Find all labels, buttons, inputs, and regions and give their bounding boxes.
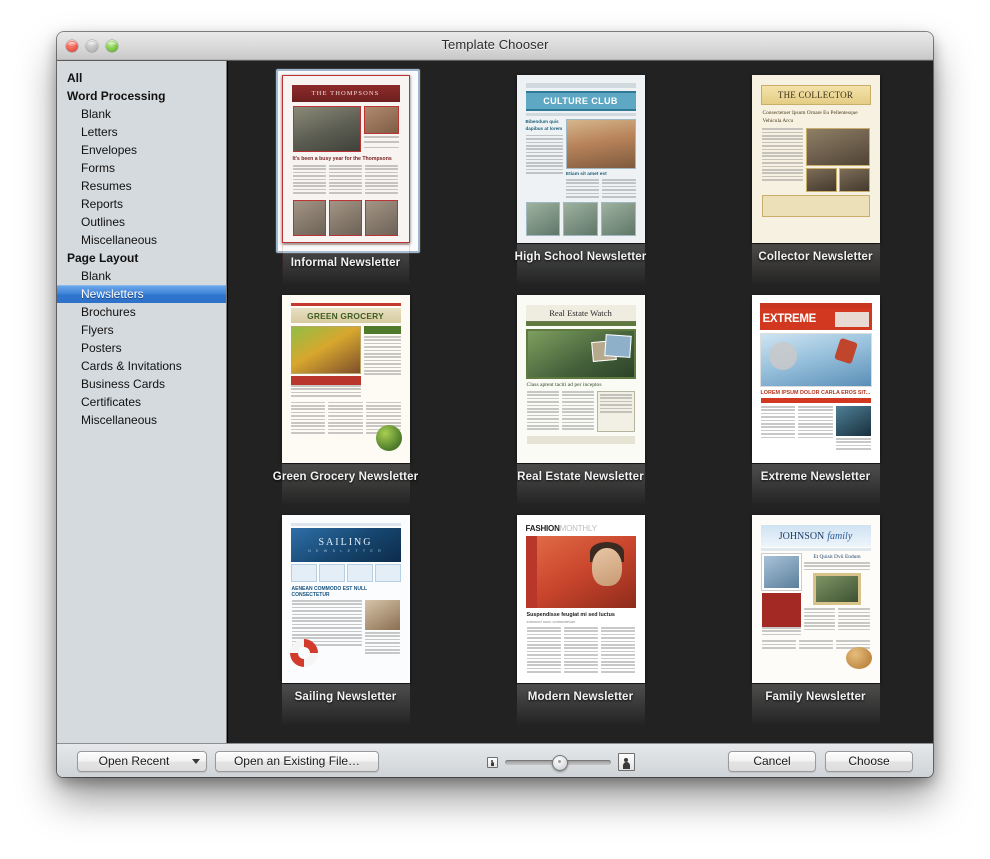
sidebar-item-letters[interactable]: Letters bbox=[57, 123, 226, 141]
template-label: Collector Newsletter bbox=[758, 251, 873, 263]
thumb-headline: Suspendisse feugiat mi sed luctus bbox=[526, 612, 615, 618]
thumb-headline: LOREM IPSUM DOLOR CARLA EROS SIT... bbox=[760, 390, 871, 396]
template-label: Green Grocery Newsletter bbox=[272, 471, 419, 483]
thumb-headline: Et Quisit Dvii Endum bbox=[813, 554, 861, 560]
thumb-masthead: EXTREME bbox=[762, 313, 817, 325]
sidebar-item-outlines[interactable]: Outlines bbox=[57, 213, 226, 231]
sidebar-item-reports[interactable]: Reports bbox=[57, 195, 226, 213]
open-recent-label: Open Recent bbox=[98, 754, 170, 768]
window-title: Template Chooser bbox=[441, 37, 549, 52]
template-thumbnail[interactable]: CULTURE CLUB Bibendum quis dapibus at lo… bbox=[516, 75, 645, 243]
thumb-masthead: CULTURE CLUB bbox=[543, 96, 618, 106]
sidebar-item-pl-blank[interactable]: Blank bbox=[57, 267, 226, 285]
template-item-extreme-newsletter[interactable]: EXTREME LOREM IPSUM DOLOR CARLA EROS SIT… bbox=[726, 295, 906, 515]
sidebar-item-wp-blank[interactable]: Blank bbox=[57, 105, 226, 123]
cancel-button[interactable]: Cancel bbox=[728, 751, 816, 772]
template-label: High School Newsletter bbox=[514, 251, 647, 263]
thumb-masthead: SAILING bbox=[318, 537, 373, 548]
choose-button[interactable]: Choose bbox=[825, 751, 913, 772]
template-label: Informal Newsletter bbox=[290, 257, 401, 269]
title-bar: Template Chooser bbox=[57, 32, 933, 61]
template-thumbnail[interactable]: GREEN GROCERY bbox=[281, 295, 410, 463]
open-recent-button[interactable]: Open Recent bbox=[77, 751, 207, 772]
thumb-headline: AENEAN COMMODO EST NULL CONSECTETUR bbox=[291, 586, 367, 598]
thumb-masthead-secondary: MONTHLY bbox=[559, 524, 597, 533]
template-item-high-school-newsletter[interactable]: CULTURE CLUB Bibendum quis dapibus at lo… bbox=[491, 75, 671, 295]
thumb-headline: It's been a busy year for the Thompsons bbox=[292, 156, 392, 162]
template-thumbnail[interactable]: JOHNSON family Et Quisit Dvii Endum bbox=[751, 515, 880, 683]
thumb-subhead: Etiam sit amet est bbox=[565, 172, 607, 177]
thumb-masthead: THE THOMPSONS bbox=[311, 90, 380, 97]
template-label: Extreme Newsletter bbox=[760, 471, 871, 483]
template-thumbnail[interactable]: SAILING N E W S L E T T E R AENEAN COMMO… bbox=[281, 515, 410, 683]
sidebar-item-newsletters[interactable]: Newsletters bbox=[57, 285, 226, 303]
sidebar-item-forms[interactable]: Forms bbox=[57, 159, 226, 177]
sidebar-group-word-processing[interactable]: Word Processing bbox=[57, 87, 226, 105]
template-item-family-newsletter[interactable]: JOHNSON family Et Quisit Dvii Endum Fami… bbox=[726, 515, 906, 735]
sidebar-item-pl-miscellaneous[interactable]: Miscellaneous bbox=[57, 411, 226, 429]
thumb-submasthead: N E W S L E T T E R bbox=[308, 549, 383, 553]
thumb-headline: Class aptent taciti ad per inceptos bbox=[526, 382, 602, 388]
slider-knob[interactable] bbox=[552, 754, 568, 771]
thumb-headline: Bibendum quis dapibus at lorem bbox=[525, 119, 563, 131]
template-label: Real Estate Newsletter bbox=[517, 471, 644, 483]
category-sidebar[interactable]: All Word Processing Blank Letters Envelo… bbox=[57, 61, 227, 743]
template-gallery: THE THOMPSONS It's been a busy year for … bbox=[227, 61, 933, 743]
thumb-subhead: euismod nunc consectetuer bbox=[526, 619, 576, 624]
template-label: Sailing Newsletter bbox=[294, 691, 397, 703]
thumb-masthead: FASHION bbox=[525, 524, 560, 533]
sidebar-item-flyers[interactable]: Flyers bbox=[57, 321, 226, 339]
bottom-toolbar: Open Recent Open an Existing File… Cance… bbox=[57, 743, 933, 777]
thumb-masthead: JOHNSON bbox=[778, 530, 825, 542]
template-chooser-window: Template Chooser All Word Processing Bla… bbox=[57, 32, 933, 777]
template-thumbnail[interactable]: FASHION MONTHLY Suspendisse feugiat mi s… bbox=[516, 515, 645, 683]
window-body: All Word Processing Blank Letters Envelo… bbox=[57, 61, 933, 743]
template-row: THE THOMPSONS It's been a busy year for … bbox=[228, 69, 933, 295]
sidebar-item-wp-miscellaneous[interactable]: Miscellaneous bbox=[57, 231, 226, 249]
template-row: GREEN GROCERY Green Grocery Newsletter R… bbox=[228, 295, 933, 515]
thumbnail-size-controls[interactable] bbox=[487, 753, 635, 771]
thumb-headline: Consectetuer Ipsum Ornare Eu Pellentesqu… bbox=[762, 110, 858, 125]
template-row: SAILING N E W S L E T T E R AENEAN COMMO… bbox=[228, 515, 933, 735]
template-item-green-grocery-newsletter[interactable]: GREEN GROCERY Green Grocery Newsletter bbox=[256, 295, 436, 515]
template-thumbnail[interactable]: THE COLLECTOR Consectetuer Ipsum Ornare … bbox=[751, 75, 880, 243]
template-item-informal-newsletter[interactable]: THE THOMPSONS It's been a busy year for … bbox=[256, 69, 436, 295]
open-existing-file-button[interactable]: Open an Existing File… bbox=[215, 751, 379, 772]
thumb-masthead: Real Estate Watch bbox=[549, 308, 612, 318]
sidebar-item-posters[interactable]: Posters bbox=[57, 339, 226, 357]
chevron-down-icon bbox=[192, 759, 200, 764]
sidebar-item-cards-invitations[interactable]: Cards & Invitations bbox=[57, 357, 226, 375]
sidebar-item-envelopes[interactable]: Envelopes bbox=[57, 141, 226, 159]
template-thumbnail[interactable]: EXTREME LOREM IPSUM DOLOR CARLA EROS SIT… bbox=[751, 295, 880, 463]
sidebar-item-resumes[interactable]: Resumes bbox=[57, 177, 226, 195]
template-item-sailing-newsletter[interactable]: SAILING N E W S L E T T E R AENEAN COMMO… bbox=[256, 515, 436, 735]
thumb-masthead: THE COLLECTOR bbox=[777, 90, 854, 100]
template-item-modern-newsletter[interactable]: FASHION MONTHLY Suspendisse feugiat mi s… bbox=[491, 515, 671, 735]
thumb-masthead-secondary: family bbox=[827, 530, 853, 542]
template-item-real-estate-newsletter[interactable]: Real Estate Watch Class aptent taciti ad… bbox=[491, 295, 671, 515]
sidebar-item-brochures[interactable]: Brochures bbox=[57, 303, 226, 321]
sidebar-item-all[interactable]: All bbox=[57, 69, 226, 87]
small-thumbnail-icon[interactable] bbox=[487, 756, 498, 768]
sidebar-item-business-cards[interactable]: Business Cards bbox=[57, 375, 226, 393]
template-thumbnail[interactable]: Real Estate Watch Class aptent taciti ad… bbox=[516, 295, 645, 463]
template-label: Family Newsletter bbox=[765, 691, 866, 703]
sidebar-group-page-layout[interactable]: Page Layout bbox=[57, 249, 226, 267]
template-thumbnail[interactable]: THE THOMPSONS It's been a busy year for … bbox=[281, 75, 410, 243]
template-item-collector-newsletter[interactable]: THE COLLECTOR Consectetuer Ipsum Ornare … bbox=[726, 75, 906, 295]
sidebar-item-certificates[interactable]: Certificates bbox=[57, 393, 226, 411]
thumbnail-size-slider[interactable] bbox=[505, 754, 611, 771]
thumb-masthead: GREEN GROCERY bbox=[307, 310, 384, 321]
template-label: Modern Newsletter bbox=[527, 691, 634, 703]
large-thumbnail-icon[interactable] bbox=[618, 753, 635, 771]
